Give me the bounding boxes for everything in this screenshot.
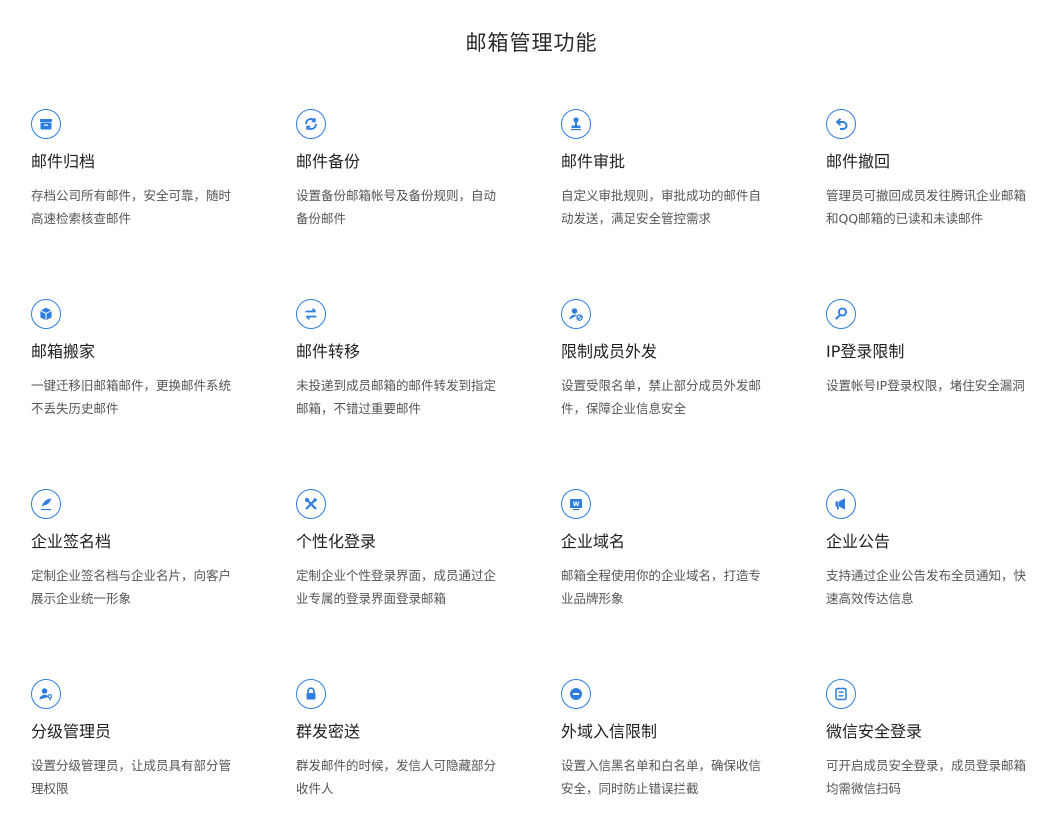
undo-arrow-icon: [826, 109, 856, 139]
megaphone-icon: [826, 489, 856, 519]
feature-card-custom-login[interactable]: 个性化登录 定制企业个性登录界面，成员通过企业专属的登录界面登录邮箱: [296, 489, 511, 610]
stamp-icon: [561, 109, 591, 139]
feature-desc: 定制企业签名档与企业名片，向客户展示企业统一形象: [31, 568, 232, 606]
feature-card-mail-approval[interactable]: 邮件审批 自定义审批规则，审批成功的邮件自动发送，满足安全管控需求: [561, 109, 776, 230]
feature-grid: 邮件归档 存档公司所有邮件，安全可靠，随时高速检索核查邮件 邮件备份 设置备份邮…: [0, 0, 1055, 829]
feature-card-wechat-secure-login[interactable]: 微信安全登录 可开启成员安全登录，成员登录邮箱均需微信扫码: [826, 679, 1041, 800]
feature-desc: 设置备份邮箱帐号及备份规则，自动备份邮件: [296, 188, 497, 226]
feature-card-mail-archive[interactable]: 邮件归档 存档公司所有邮件，安全可靠，随时高速检索核查邮件: [31, 109, 246, 230]
feature-desc: 存档公司所有邮件，安全可靠，随时高速检索核查邮件: [31, 188, 232, 226]
feature-desc: 定制企业个性登录界面，成员通过企业专属的登录界面登录邮箱: [296, 568, 497, 606]
feature-title: 邮件备份: [296, 152, 361, 171]
user-block-icon: [561, 299, 591, 329]
feature-card-enterprise-domain[interactable]: W 企业域名 邮箱全程使用你的企业域名，打造专业品牌形象: [561, 489, 776, 610]
feature-title: 邮箱搬家: [31, 342, 96, 361]
lock-icon: [296, 679, 326, 709]
key-icon: [826, 299, 856, 329]
web-domain-icon: W: [561, 489, 591, 519]
feature-title: 个性化登录: [296, 532, 377, 551]
feature-desc: 支持通过企业公告发布全员通知，快速高效传达信息: [826, 568, 1027, 606]
feature-card-tiered-admin[interactable]: 分级管理员 设置分级管理员，让成员具有部分管理权限: [31, 679, 246, 800]
admin-user-icon: [31, 679, 61, 709]
feature-card-restrict-outbound[interactable]: 限制成员外发 设置受限名单，禁止部分成员外发邮件，保障企业信息安全: [561, 299, 776, 420]
feature-desc: 管理员可撤回成员发往腾讯企业邮箱和QQ邮箱的已读和未读邮件: [826, 188, 1027, 226]
feature-desc: 自定义审批规则，审批成功的邮件自动发送，满足安全管控需求: [561, 188, 762, 226]
feature-title: 邮件撤回: [826, 152, 891, 171]
feature-desc: 未投递到成员邮箱的邮件转发到指定邮箱，不错过重要邮件: [296, 378, 497, 416]
feature-card-external-inbound-restriction[interactable]: 外域入信限制 设置入信黑名单和白名单，确保收信安全，同时防止错误拦截: [561, 679, 776, 800]
svg-text:W: W: [573, 501, 580, 508]
feature-desc: 邮箱全程使用你的企业域名，打造专业品牌形象: [561, 568, 762, 606]
feature-title: 外域入信限制: [561, 722, 658, 741]
feature-title: 企业域名: [561, 532, 626, 551]
refresh-backup-icon: [296, 109, 326, 139]
feature-card-mail-backup[interactable]: 邮件备份 设置备份邮箱帐号及备份规则，自动备份邮件: [296, 109, 511, 230]
feature-card-mail-recall[interactable]: 邮件撤回 管理员可撤回成员发往腾讯企业邮箱和QQ邮箱的已读和未读邮件: [826, 109, 1041, 230]
feature-title: 限制成员外发: [561, 342, 658, 361]
feature-desc: 设置受限名单，禁止部分成员外发邮件，保障企业信息安全: [561, 378, 762, 416]
feature-card-enterprise-signature[interactable]: 企业签名档 定制企业签名档与企业名片，向客户展示企业统一形象: [31, 489, 246, 610]
feature-title: 邮件转移: [296, 342, 361, 361]
feature-desc: 群发邮件的时候，发信人可隐藏部分收件人: [296, 758, 497, 796]
feature-card-bcc-mass-send[interactable]: 群发密送 群发邮件的时候，发信人可隐藏部分收件人: [296, 679, 511, 800]
feature-desc: 设置入信黑名单和白名单，确保收信安全，同时防止错误拦截: [561, 758, 762, 796]
feature-title: 微信安全登录: [826, 722, 923, 741]
feature-desc: 一键迁移旧邮箱邮件，更换邮件系统不丢失历史邮件: [31, 378, 232, 416]
feature-title: 邮件归档: [31, 152, 96, 171]
feature-title: IP登录限制: [826, 342, 905, 361]
feature-desc: 设置分级管理员，让成员具有部分管理权限: [31, 758, 232, 796]
transfer-arrows-icon: [296, 299, 326, 329]
scan-icon: [826, 679, 856, 709]
feature-title: 邮件审批: [561, 152, 626, 171]
archive-icon: [31, 109, 61, 139]
feature-card-mail-transfer[interactable]: 邮件转移 未投递到成员邮箱的邮件转发到指定邮箱，不错过重要邮件: [296, 299, 511, 420]
feature-title: 企业签名档: [31, 532, 112, 551]
feature-desc: 设置帐号IP登录权限，堵住安全漏洞: [826, 378, 1025, 393]
minus-circle-icon: [561, 679, 591, 709]
feature-card-ip-login-restriction[interactable]: IP登录限制 设置帐号IP登录权限，堵住安全漏洞: [826, 299, 1041, 397]
feature-title: 分级管理员: [31, 722, 112, 741]
box-icon: [31, 299, 61, 329]
feather-pen-icon: [31, 489, 61, 519]
feature-title: 群发密送: [296, 722, 361, 741]
feature-desc: 可开启成员安全登录，成员登录邮箱均需微信扫码: [826, 758, 1027, 796]
feature-card-enterprise-announcement[interactable]: 企业公告 支持通过企业公告发布全员通知，快速高效传达信息: [826, 489, 1041, 610]
feature-title: 企业公告: [826, 532, 891, 551]
feature-card-mailbox-migration[interactable]: 邮箱搬家 一键迁移旧邮箱邮件，更换邮件系统不丢失历史邮件: [31, 299, 246, 420]
tools-cross-icon: [296, 489, 326, 519]
